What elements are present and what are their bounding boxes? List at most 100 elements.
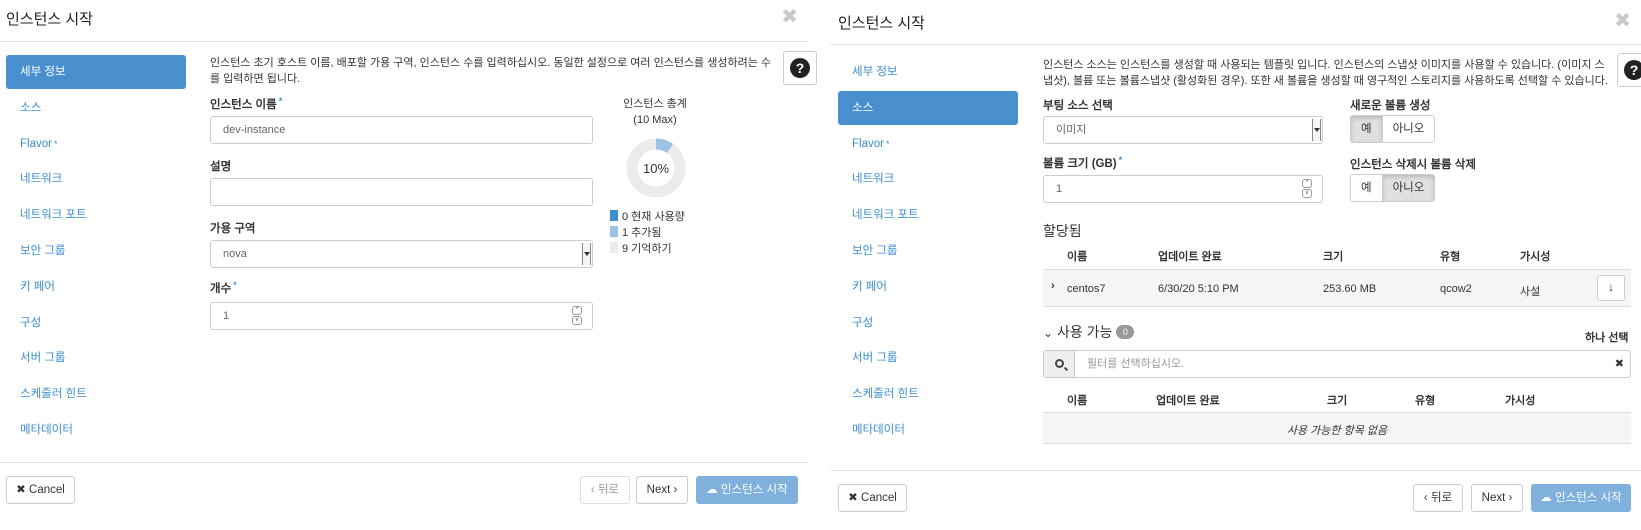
- cancel-button[interactable]: ✖ Cancel: [6, 476, 75, 504]
- spin-down-icon[interactable]: v: [1302, 189, 1312, 198]
- count-stepper[interactable]: 1 ^ v: [210, 302, 593, 330]
- nav-label: 구성: [852, 316, 874, 329]
- next-button[interactable]: Next ›: [636, 476, 688, 504]
- nav-item-security-groups[interactable]: 보안 그룹: [6, 234, 186, 268]
- stepper-spin[interactable]: ^ v: [1302, 179, 1312, 199]
- nav-label: 소스: [852, 101, 874, 114]
- nav-item-metadata[interactable]: 메타데이터: [838, 413, 1018, 447]
- button-label: Next: [1481, 492, 1506, 504]
- spin-up-icon[interactable]: ^: [572, 306, 582, 315]
- magnifier-shape: [1055, 359, 1064, 368]
- spin-down-icon[interactable]: v: [572, 316, 582, 325]
- new-volume-no-option[interactable]: 아니오: [1381, 116, 1435, 142]
- new-volume-yes-option[interactable]: 예: [1351, 116, 1382, 142]
- launch-instance-button[interactable]: ☁ 인스턴스 시작: [1531, 484, 1631, 512]
- nav-item-configuration[interactable]: 구성: [6, 306, 186, 340]
- stepper-value: 1: [223, 310, 230, 322]
- nav-item-network-ports[interactable]: 네트워크 포트: [838, 198, 1018, 232]
- nav-item-details[interactable]: 세부 정보: [838, 55, 1018, 89]
- help-button[interactable]: ?: [1617, 53, 1641, 87]
- button-label: 뒤로: [1430, 492, 1453, 504]
- chevron-left-icon: ‹: [590, 484, 595, 496]
- description-input[interactable]: [210, 178, 593, 206]
- nav-item-flavor[interactable]: Flavor *: [6, 127, 186, 161]
- close-icon[interactable]: ✖: [781, 4, 798, 29]
- allocated-col-size: 크기: [1323, 251, 1344, 263]
- nav-item-server-groups[interactable]: 서버 그룹: [6, 341, 186, 375]
- nav-label: 보안 그룹: [20, 244, 66, 257]
- nav-item-source[interactable]: 소스: [6, 91, 186, 125]
- nav-label: 스케줄러 힌트: [20, 388, 87, 401]
- nav-item-scheduler-hints[interactable]: 스케줄러 힌트: [6, 377, 186, 411]
- new-volume-toggle: 예 아니오: [1350, 115, 1436, 143]
- header-divider: [830, 44, 1641, 45]
- cancel-button[interactable]: ✖ Cancel: [838, 484, 907, 512]
- step-description: 인스턴스 초기 호스트 이름, 배포할 가용 구역, 인스턴스 수를 입력하십시…: [210, 55, 780, 87]
- close-icon: ✖: [848, 492, 858, 504]
- nav-item-configuration[interactable]: 구성: [838, 306, 1018, 340]
- volume-size-stepper[interactable]: 1 ^ v: [1043, 175, 1323, 203]
- section-title-text: 사용 가능: [1056, 324, 1113, 340]
- delete-volume-yes-option[interactable]: 예: [1351, 175, 1382, 201]
- deallocate-button[interactable]: ↓: [1597, 275, 1625, 301]
- help-button[interactable]: ?: [783, 51, 817, 85]
- nav-item-metadata[interactable]: 메타데이터: [6, 413, 186, 447]
- filter-input[interactable]: 필터를 선택하십시오. ✖: [1074, 350, 1631, 378]
- select-value: nova: [223, 248, 247, 260]
- header-divider: [0, 41, 808, 42]
- nav-item-source[interactable]: 소스: [838, 90, 1018, 125]
- allocated-row-type: qcow2: [1440, 283, 1472, 295]
- required-mark: *: [278, 96, 283, 106]
- nav-item-server-groups[interactable]: 서버 그룹: [838, 341, 1018, 375]
- available-col-updated: 업데이트 완료: [1156, 395, 1220, 407]
- back-button[interactable]: ‹ 뒤로: [580, 476, 630, 504]
- nav-item-key-pair[interactable]: 키 페어: [838, 270, 1018, 304]
- close-icon[interactable]: ✖: [1614, 8, 1631, 33]
- help-icon: ?: [790, 58, 810, 78]
- nav-item-network[interactable]: 네트워크: [6, 162, 186, 196]
- chevron-right-icon: ›: [1508, 492, 1513, 504]
- nav-item-scheduler-hints[interactable]: 스케줄러 힌트: [838, 377, 1018, 411]
- clear-filter-icon[interactable]: ✖: [1615, 351, 1624, 377]
- nav-label: 키 페어: [852, 280, 887, 293]
- instance-name-label: 인스턴스 이름 *: [210, 96, 282, 112]
- availability-zone-select[interactable]: nova: [210, 240, 593, 268]
- close-icon: ✖: [16, 484, 26, 496]
- back-button[interactable]: ‹ 뒤로: [1413, 484, 1463, 512]
- required-mark: *: [53, 138, 58, 149]
- allocated-section-title: 할당됨: [1043, 223, 1082, 239]
- chart-title: 인스턴스 총계 (10 Max): [600, 96, 710, 128]
- allocated-col-visibility: 가시성: [1520, 251, 1551, 263]
- available-col-visibility: 가시성: [1505, 395, 1536, 407]
- nav-item-network[interactable]: 네트워크: [838, 162, 1018, 196]
- step-description: 인스턴스 소스는 인스턴스를 생성할 때 사용되는 템플릿 입니다. 인스턴스의…: [1043, 57, 1618, 89]
- boot-source-select[interactable]: 이미지: [1043, 116, 1323, 144]
- nav-item-key-pair[interactable]: 키 페어: [6, 270, 186, 304]
- chevron-down-icon[interactable]: ⌄: [1043, 326, 1053, 340]
- legend-item: 0 현재 사용량: [610, 210, 685, 224]
- footer-divider: [0, 462, 808, 463]
- available-col-size: 크기: [1327, 395, 1348, 407]
- stepper-spin[interactable]: ^ v: [572, 306, 582, 326]
- instance-total-donut-chart: 10%: [626, 138, 686, 198]
- wizard-nav: 세부 정보 소스 Flavor * 네트워크 네트워크 포트 보안 그룹 키 페어…: [6, 55, 186, 449]
- launch-instance-button[interactable]: ☁ 인스턴스 시작: [696, 476, 798, 504]
- nav-item-flavor[interactable]: Flavor *: [838, 127, 1018, 161]
- next-button[interactable]: Next ›: [1471, 484, 1523, 512]
- chart-subtitle-line: (10 Max): [633, 114, 677, 126]
- instance-name-input[interactable]: dev-instance: [210, 116, 593, 144]
- spin-up-icon[interactable]: ^: [1302, 179, 1312, 188]
- nav-item-security-groups[interactable]: 보안 그룹: [838, 234, 1018, 268]
- nav-label: 세부 정보: [852, 66, 898, 78]
- chevron-right-icon[interactable]: ›: [1051, 280, 1055, 292]
- nav-label: 보안 그룹: [852, 244, 898, 257]
- nav-item-details[interactable]: 세부 정보: [6, 55, 186, 89]
- nav-item-network-ports[interactable]: 네트워크 포트: [6, 198, 186, 232]
- label-text: 인스턴스 이름: [210, 99, 277, 111]
- nav-label: 네트워크 포트: [852, 209, 919, 222]
- allocated-row-visibility: 사설: [1520, 286, 1541, 298]
- available-section-title: ⌄ 사용 가능 0: [1043, 322, 1135, 342]
- wizard-nav: 세부 정보 소스 Flavor * 네트워크 네트워크 포트 보안 그룹 키 페어…: [838, 55, 1018, 449]
- available-count-badge: 0: [1116, 325, 1135, 339]
- delete-volume-no-option[interactable]: 아니오: [1381, 175, 1435, 201]
